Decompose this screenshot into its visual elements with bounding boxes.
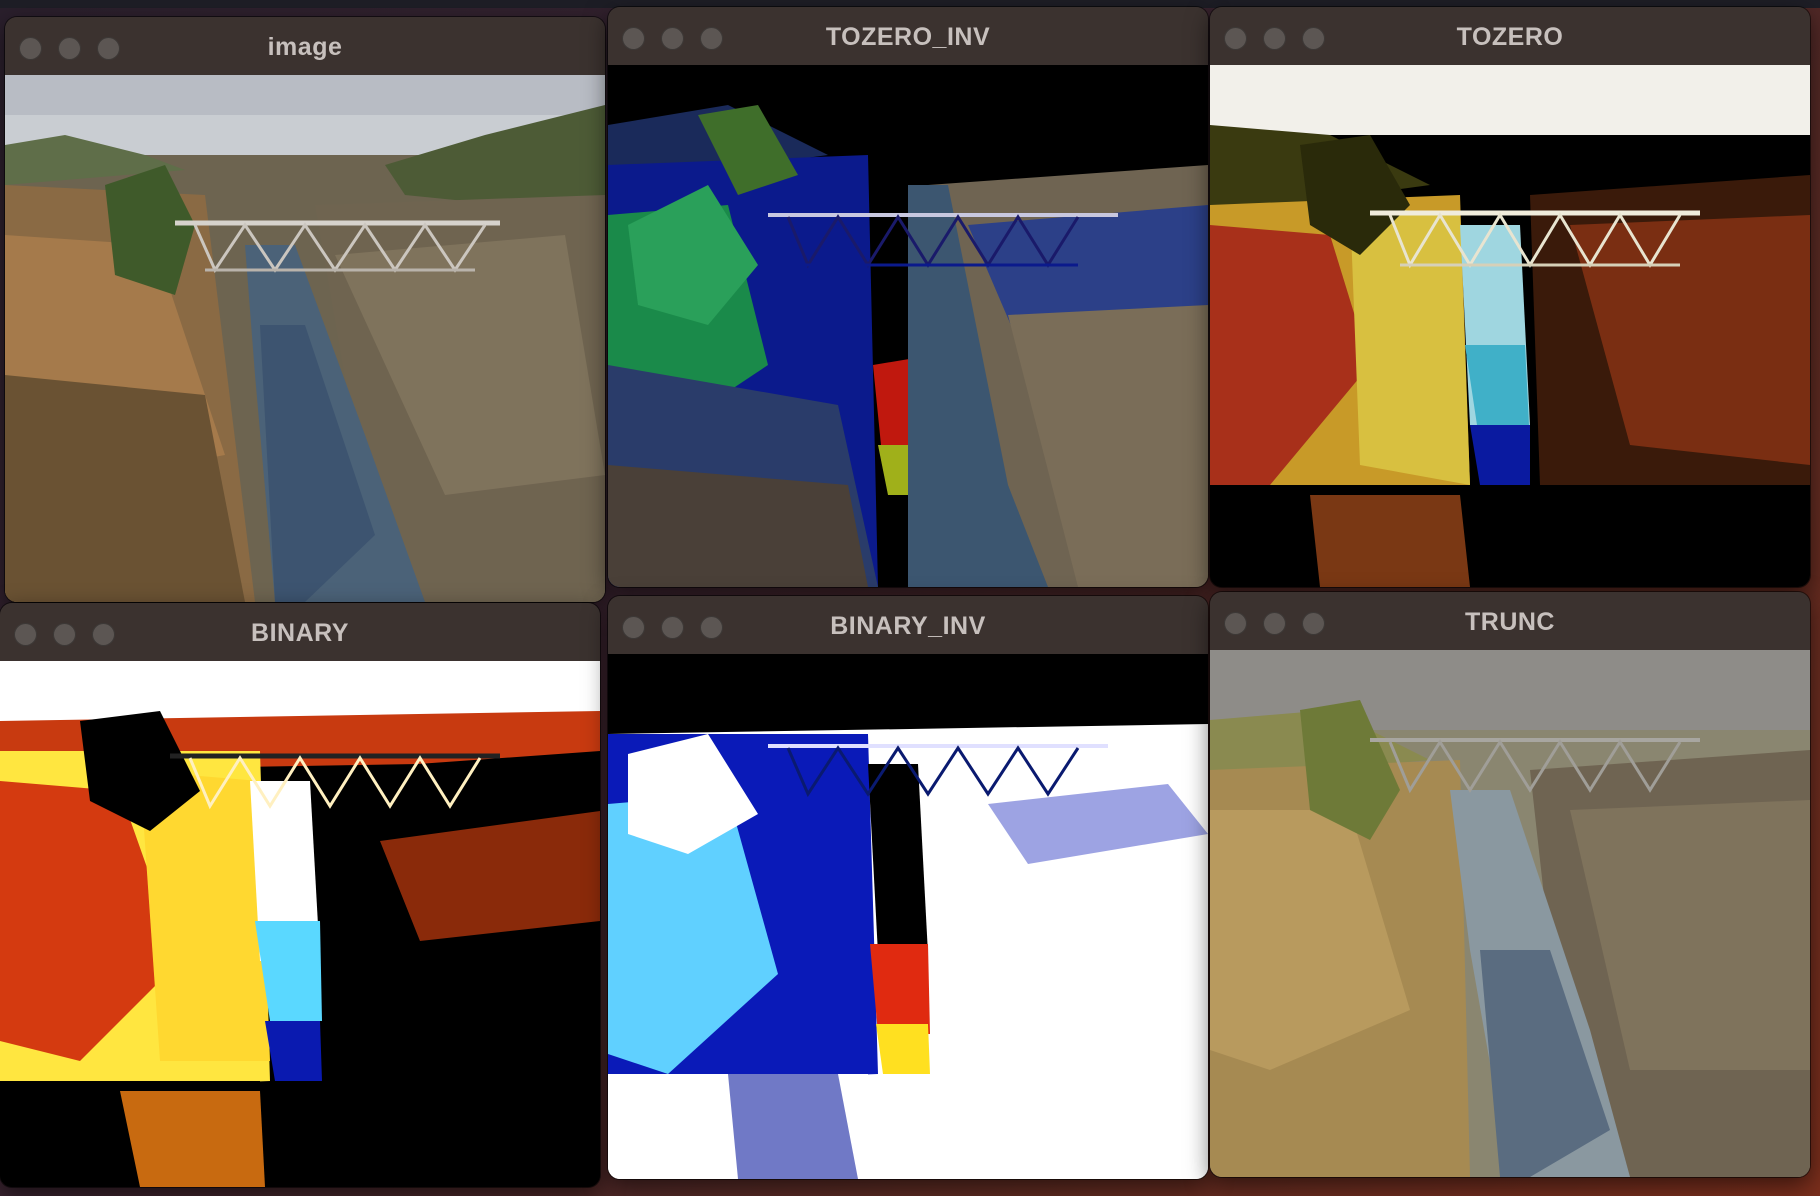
binary-inv-canvas: [608, 654, 1208, 1179]
window-trunc[interactable]: TRUNC: [1210, 592, 1810, 1177]
trunc-result: [1210, 650, 1810, 1177]
tozero-canvas: [1210, 65, 1810, 587]
window-title: TOZERO_INV: [825, 23, 991, 51]
window-image[interactable]: image: [5, 17, 605, 602]
trunc-canvas: [1210, 650, 1810, 1177]
window-title: image: [267, 33, 343, 61]
tozero-inv-canvas: [608, 65, 1208, 587]
window-title: BINARY: [251, 619, 349, 647]
window-titlebar[interactable]: image: [5, 17, 605, 76]
window-binary-inv[interactable]: BINARY_INV: [608, 596, 1208, 1179]
window-titlebar[interactable]: BINARY_INV: [608, 596, 1208, 655]
binary-result: [0, 661, 600, 1187]
binary-canvas: [0, 661, 600, 1187]
window-titlebar[interactable]: TOZERO: [1210, 7, 1810, 66]
tozero-inv-result: [608, 65, 1208, 587]
canyon-photo: [5, 75, 605, 602]
window-titlebar[interactable]: TOZERO_INV: [608, 7, 1208, 66]
window-binary[interactable]: BINARY: [0, 603, 600, 1187]
window-title: BINARY_INV: [830, 612, 986, 640]
window-tozero[interactable]: TOZERO: [1210, 7, 1810, 587]
window-tozero-inv[interactable]: TOZERO_INV: [608, 7, 1208, 587]
window-titlebar[interactable]: TRUNC: [1210, 592, 1810, 651]
tozero-result: [1210, 65, 1810, 587]
window-titlebar[interactable]: BINARY: [0, 603, 600, 662]
window-title: TOZERO: [1456, 23, 1564, 51]
binary-inv-result: [608, 654, 1208, 1179]
window-title: TRUNC: [1465, 608, 1555, 636]
image-canvas: [5, 75, 605, 602]
